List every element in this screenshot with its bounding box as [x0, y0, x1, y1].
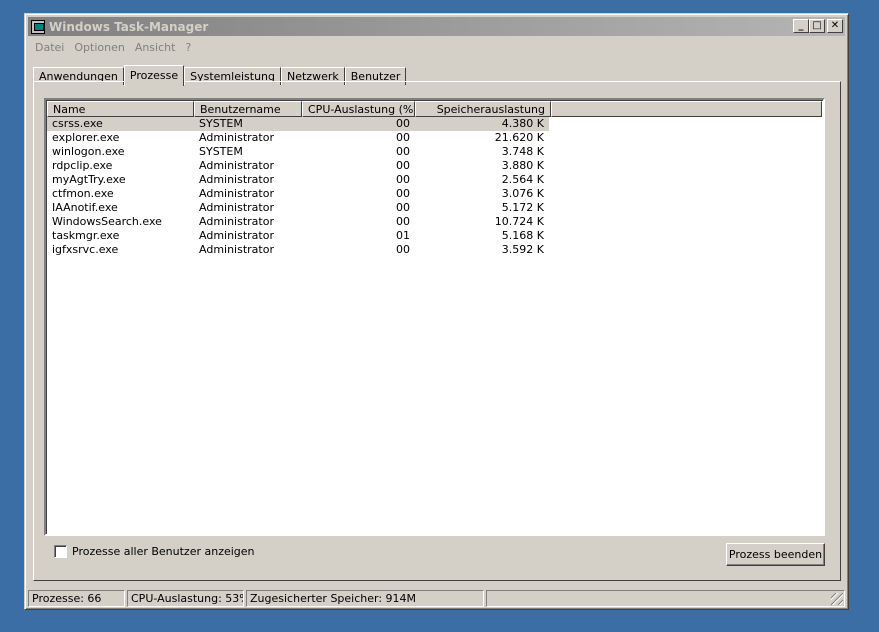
menu-bar: Datei Optionen Ansicht ?: [31, 39, 197, 57]
process-user: Administrator: [199, 131, 274, 144]
process-cpu: 00: [396, 131, 410, 144]
process-name: csrss.exe: [47, 117, 194, 131]
table-row[interactable]: WindowsSearch.exe Administrator 00 10.724 K: [47, 215, 822, 229]
maximize-button[interactable]: □: [809, 19, 825, 33]
process-list[interactable]: Name Benutzername CPU-Auslastung (%) Spe…: [44, 98, 825, 536]
column-user[interactable]: Benutzername: [194, 101, 302, 117]
process-cpu: 00: [396, 187, 410, 200]
process-memory: 3.592 K: [501, 243, 544, 256]
status-bar: Prozesse: 66 CPU-Auslastung: 53% Zugesic…: [28, 590, 845, 607]
menu-ansicht[interactable]: Ansicht: [131, 39, 180, 57]
show-all-users-option[interactable]: Prozesse aller Benutzer anzeigen: [54, 545, 255, 558]
status-cpu: CPU-Auslastung: 53%: [127, 590, 244, 607]
menu-datei[interactable]: Datei: [31, 39, 68, 57]
table-row[interactable]: IAAnotif.exe Administrator 00 5.172 K: [47, 201, 822, 215]
process-name: explorer.exe: [52, 131, 120, 144]
process-cpu: 00: [396, 117, 410, 130]
process-name: igfxsrvc.exe: [52, 243, 119, 256]
column-cpu[interactable]: CPU-Auslastung (%): [302, 101, 415, 117]
process-name: WindowsSearch.exe: [52, 215, 162, 228]
menu-optionen[interactable]: Optionen: [70, 39, 128, 57]
column-filler: [551, 101, 822, 117]
task-manager-window: Windows Task-Manager _ □ ✕ Datei Optione…: [24, 13, 849, 610]
tab-prozesse[interactable]: Prozesse: [123, 65, 185, 86]
process-memory: 5.168 K: [501, 229, 544, 242]
process-cpu: 00: [396, 173, 410, 186]
process-cpu: 00: [396, 201, 410, 214]
process-name: taskmgr.exe: [52, 229, 120, 242]
status-processes: Prozesse: 66: [28, 590, 125, 607]
process-memory: 4.380 K: [501, 117, 544, 130]
process-memory: 5.172 K: [501, 201, 544, 214]
show-all-users-label: Prozesse aller Benutzer anzeigen: [72, 545, 255, 558]
menu-help[interactable]: ?: [181, 39, 195, 57]
process-user: Administrator: [199, 215, 274, 228]
process-user: Administrator: [199, 173, 274, 186]
process-memory: 21.620 K: [494, 131, 544, 144]
table-row[interactable]: myAgtTry.exe Administrator 00 2.564 K: [47, 173, 822, 187]
process-memory: 3.076 K: [501, 187, 544, 200]
process-memory: 3.880 K: [501, 159, 544, 172]
process-memory: 3.748 K: [501, 145, 544, 158]
process-cpu: 00: [396, 243, 410, 256]
process-name: rdpclip.exe: [52, 159, 113, 172]
process-name: winlogon.exe: [52, 145, 125, 158]
process-name: ctfmon.exe: [52, 187, 114, 200]
process-cpu: 00: [396, 159, 410, 172]
process-user: SYSTEM: [199, 117, 243, 130]
resize-grip-icon[interactable]: [831, 593, 843, 605]
table-row[interactable]: csrss.exe SYSTEM 00 4.380 K: [47, 117, 549, 131]
table-row[interactable]: rdpclip.exe Administrator 00 3.880 K: [47, 159, 822, 173]
table-row[interactable]: explorer.exe Administrator 00 21.620 K: [47, 131, 822, 145]
process-user: Administrator: [199, 159, 274, 172]
table-row[interactable]: ctfmon.exe Administrator 00 3.076 K: [47, 187, 822, 201]
process-rows: csrss.exe SYSTEM 00 4.380 K explorer.exe Admi…: [47, 117, 822, 257]
process-name: myAgtTry.exe: [52, 173, 126, 186]
process-user: Administrator: [199, 201, 274, 214]
process-user: Administrator: [199, 229, 274, 242]
table-row[interactable]: igfxsrvc.exe Administrator 00 3.592 K: [47, 243, 822, 257]
table-row[interactable]: taskmgr.exe Administrator 01 5.168 K: [47, 229, 822, 243]
end-process-button[interactable]: Prozess beenden: [726, 543, 825, 566]
column-name[interactable]: Name: [47, 101, 194, 117]
process-cpu: 00: [396, 145, 410, 158]
title-bar[interactable]: Windows Task-Manager _ □ ✕: [28, 17, 845, 36]
process-memory: 10.724 K: [494, 215, 544, 228]
process-memory: 2.564 K: [501, 173, 544, 186]
process-cpu: 01: [396, 229, 410, 242]
process-user: Administrator: [199, 187, 274, 200]
table-row[interactable]: winlogon.exe SYSTEM 00 3.748 K: [47, 145, 822, 159]
task-manager-icon: [31, 19, 45, 34]
minimize-button[interactable]: _: [793, 19, 809, 33]
show-all-users-checkbox[interactable]: [54, 545, 67, 558]
process-cpu: 00: [396, 215, 410, 228]
status-empty: [486, 590, 845, 607]
window-title: Windows Task-Manager: [49, 19, 209, 34]
list-header: Name Benutzername CPU-Auslastung (%) Spe…: [47, 101, 822, 117]
status-memory: Zugesicherter Speicher: 914M: [246, 590, 484, 607]
column-memory[interactable]: Speicherauslastung: [415, 101, 551, 117]
close-button[interactable]: ✕: [827, 19, 843, 33]
process-user: SYSTEM: [199, 145, 243, 158]
process-name: IAAnotif.exe: [52, 201, 118, 214]
process-user: Administrator: [199, 243, 274, 256]
title-buttons: _ □ ✕: [793, 19, 843, 33]
